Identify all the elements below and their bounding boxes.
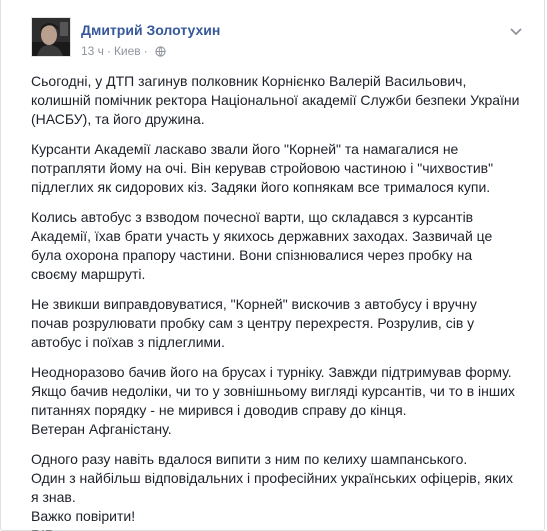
post-paragraph: Сьогодні, у ДТП загинув полковник Корніє… — [31, 73, 520, 127]
post-location[interactable]: Киев — [114, 44, 141, 58]
author-avatar[interactable] — [31, 17, 71, 57]
post-text: Сьогодні, у ДТП загинув полковник Корніє… — [31, 72, 521, 531]
post-meta: 13 ч · Киев · — [81, 44, 166, 58]
chevron-down-icon[interactable] — [509, 24, 523, 36]
post-header: Дмитрий Золотухин 13 ч · Киев · — [31, 17, 531, 65]
avatar-photo — [32, 18, 70, 56]
author-name-link[interactable]: Дмитрий Золотухин — [81, 22, 220, 38]
post-paragraph: Курсанти Академії ласкаво звали його "Ко… — [31, 141, 494, 195]
post-paragraph: Не звикши виправдовуватися, "Корней" вис… — [31, 296, 477, 350]
meta-separator-2: · — [143, 44, 148, 58]
post-paragraph: Неодноразово бачив його на брусах і турн… — [31, 364, 515, 437]
meta-separator-1: · — [106, 44, 111, 58]
post-paragraph: Одного разу навіть вдалося випити з ним … — [31, 451, 514, 531]
post-timestamp[interactable]: 13 ч — [81, 44, 104, 58]
post-card: Дмитрий Золотухин 13 ч · Киев · Сьогодні… — [0, 0, 545, 531]
post-paragraph: Колись автобус з взводом почесної варти,… — [31, 209, 493, 282]
globe-icon[interactable] — [155, 45, 166, 57]
